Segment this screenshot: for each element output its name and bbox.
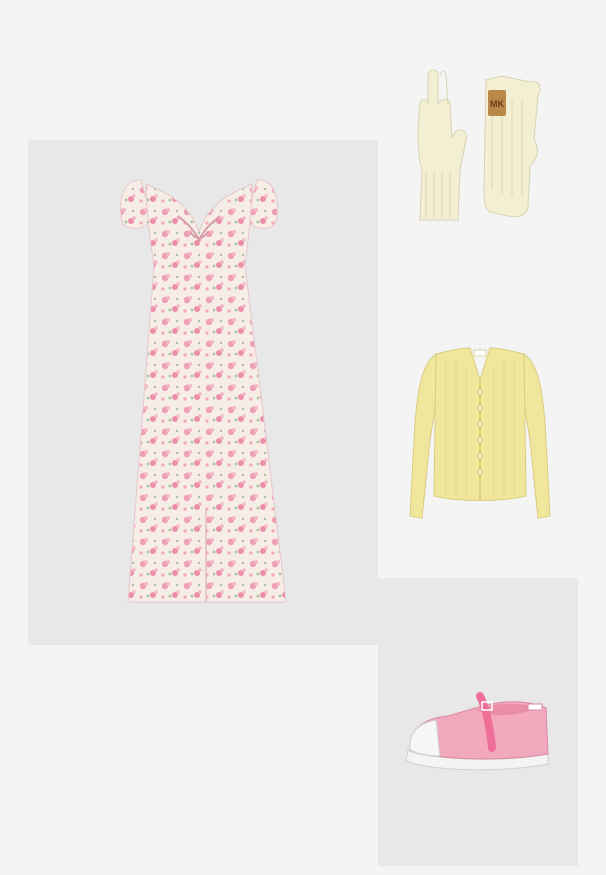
floral-midi-dress-image xyxy=(119,179,287,603)
mary-jane-sneaker-image xyxy=(405,692,549,771)
product-tile-dress[interactable] xyxy=(28,140,378,645)
svg-text:MK: MK xyxy=(490,99,504,109)
product-tile-gloves[interactable]: MK xyxy=(380,40,580,260)
ribbed-cardigan-image xyxy=(409,347,551,519)
product-tile-shoe[interactable] xyxy=(378,578,578,866)
knit-gloves-image: MK xyxy=(417,69,541,221)
product-tile-cardigan[interactable] xyxy=(380,320,580,540)
